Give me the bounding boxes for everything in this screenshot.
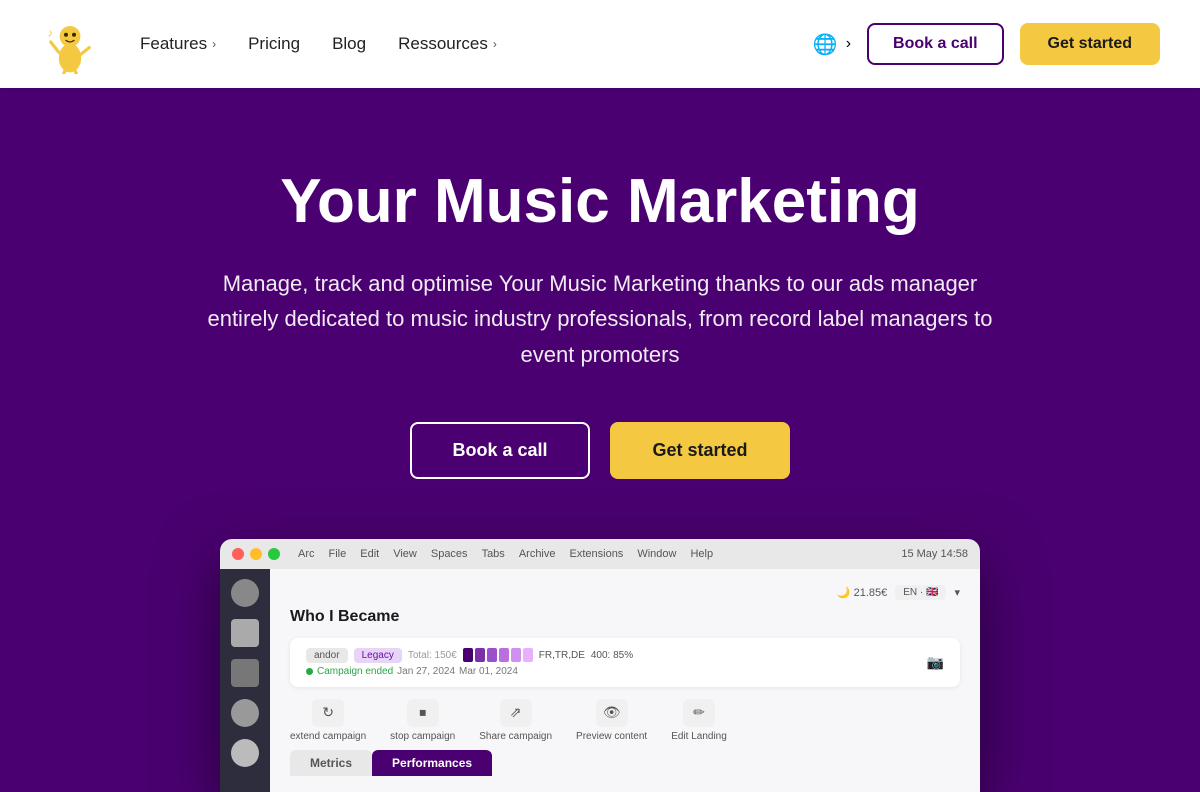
hero-subtitle: Manage, track and optimise Your Music Ma… [190, 266, 1010, 372]
edit-icon: ✏ [683, 699, 715, 727]
share-campaign-button[interactable]: ⇗ Share campaign [479, 699, 552, 742]
green-dot-icon [306, 668, 313, 675]
window-menu-edit: Edit [360, 548, 379, 560]
share-icon: ⇗ [500, 699, 532, 727]
nav-ressources[interactable]: Ressources › [398, 34, 497, 54]
window-datetime: 15 May 14:58 [901, 548, 968, 560]
logo[interactable]: ♪ [40, 14, 100, 74]
edit-landing-button[interactable]: ✏ Edit Landing [671, 699, 727, 742]
app-screenshot: Arc File Edit View Spaces Tabs Archive E… [220, 539, 980, 792]
close-window-icon [232, 548, 244, 560]
window-menu-view: View [393, 548, 417, 560]
preview-icon: 👁 [596, 699, 628, 727]
window-titlebar: Arc File Edit View Spaces Tabs Archive E… [220, 539, 980, 569]
window-menu-extensions: Extensions [570, 548, 624, 560]
window-menu-window: Window [637, 548, 676, 560]
window-menu-help: Help [690, 548, 713, 560]
app-main: 🌙 21.85€ EN · 🇬🇧 ▾ Who I Became andor Le… [270, 569, 980, 792]
window-menu-spaces: Spaces [431, 548, 468, 560]
dropdown-icon: ▾ [954, 586, 960, 599]
hero-book-call-button[interactable]: Book a call [410, 422, 590, 479]
maximize-window-icon [268, 548, 280, 560]
campaign-row: andor Legacy Total: 150€ F [290, 638, 960, 687]
sidebar-avatar-5 [231, 739, 259, 767]
progress-pct: 400: 85% [591, 650, 633, 661]
hero-section: Your Music Marketing Manage, track and o… [0, 88, 1200, 792]
campaign-badges: andor Legacy Total: 150€ F [306, 648, 915, 663]
language-selector[interactable]: 🌐 › [813, 32, 851, 57]
app-top-right: 🌙 21.85€ EN · 🇬🇧 ▾ [290, 585, 960, 600]
lang-chevron-icon: › [846, 35, 851, 53]
window-menu-archive: Archive [519, 548, 556, 560]
app-sidebar [220, 569, 270, 792]
progress-countries: FR,TR,DE [539, 650, 585, 661]
preview-label: Preview content [576, 731, 647, 742]
hero-cta: Book a call Get started [410, 422, 790, 479]
extend-icon: ↻ [312, 699, 344, 727]
globe-icon: 🌐 [813, 32, 838, 57]
nav-features[interactable]: Features › [140, 34, 216, 54]
campaign-ended-badge: Campaign ended [306, 666, 393, 677]
progress-seg-6 [523, 648, 533, 662]
total-label: Total: 150€ [408, 650, 457, 661]
svg-text:♪: ♪ [48, 27, 54, 39]
tab-metrics[interactable]: Metrics [290, 750, 372, 776]
campaign-title: Who I Became [290, 608, 960, 626]
campaign-end-date: Mar 01, 2024 [459, 666, 518, 677]
extend-label: extend campaign [290, 731, 366, 742]
window-menu-file: File [329, 548, 347, 560]
nav-pricing[interactable]: Pricing [248, 34, 300, 54]
progress-seg-2 [475, 648, 485, 662]
nav-right: 🌐 › Book a call Get started [813, 23, 1160, 65]
window-app-name: Arc [298, 548, 315, 560]
balance-display: 🌙 21.85€ [837, 586, 887, 599]
nav-get-started-button[interactable]: Get started [1020, 23, 1160, 65]
edit-label: Edit Landing [671, 731, 727, 742]
app-content: 🌙 21.85€ EN · 🇬🇧 ▾ Who I Became andor Le… [220, 569, 980, 792]
stop-icon: ⏹ [407, 699, 439, 727]
sidebar-avatar-2 [231, 619, 259, 647]
tab-performances[interactable]: Performances [372, 750, 492, 776]
hero-title: Your Music Marketing [280, 168, 920, 236]
sidebar-avatar-4 [231, 699, 259, 727]
stop-campaign-button[interactable]: ⏹ stop campaign [390, 699, 455, 742]
nav-blog[interactable]: Blog [332, 34, 366, 54]
campaign-dates: Campaign ended Jan 27, 2024 Mar 01, 2024 [306, 666, 915, 677]
campaign-actions: ↻ extend campaign ⏹ stop campaign ⇗ Shar… [290, 699, 960, 742]
nav-links: Features › Pricing Blog Ressources › [140, 34, 497, 54]
navbar: ♪ Features › Pricing Blog Ressources › 🌐… [0, 0, 1200, 88]
progress-seg-1 [463, 648, 473, 662]
window-menu-tabs: Tabs [482, 548, 505, 560]
instagram-icon: 📷 [927, 654, 944, 671]
campaign-info: andor Legacy Total: 150€ F [306, 648, 915, 677]
progress-seg-4 [499, 648, 509, 662]
sidebar-avatar-3 [231, 659, 259, 687]
campaign-tabs: Metrics Performances [290, 750, 960, 776]
progress-seg-5 [511, 648, 521, 662]
preview-content-button[interactable]: 👁 Preview content [576, 699, 647, 742]
nav-left: ♪ Features › Pricing Blog Ressources › [40, 14, 497, 74]
language-badge: EN · 🇬🇧 [895, 585, 946, 600]
features-chevron-icon: › [212, 37, 216, 51]
extend-campaign-button[interactable]: ↻ extend campaign [290, 699, 366, 742]
ressources-chevron-icon: › [493, 37, 497, 51]
campaign-badge-legacy: Legacy [354, 648, 402, 663]
progress-seg-3 [487, 648, 497, 662]
minimize-window-icon [250, 548, 262, 560]
share-label: Share campaign [479, 731, 552, 742]
campaign-ended-text: Campaign ended [317, 666, 393, 677]
campaign-badge-andor: andor [306, 648, 348, 663]
hero-get-started-button[interactable]: Get started [610, 422, 790, 479]
stop-label: stop campaign [390, 731, 455, 742]
progress-bar [463, 648, 533, 662]
nav-book-call-button[interactable]: Book a call [867, 23, 1003, 65]
campaign-start-date: Jan 27, 2024 [397, 666, 455, 677]
sidebar-avatar-1 [231, 579, 259, 607]
